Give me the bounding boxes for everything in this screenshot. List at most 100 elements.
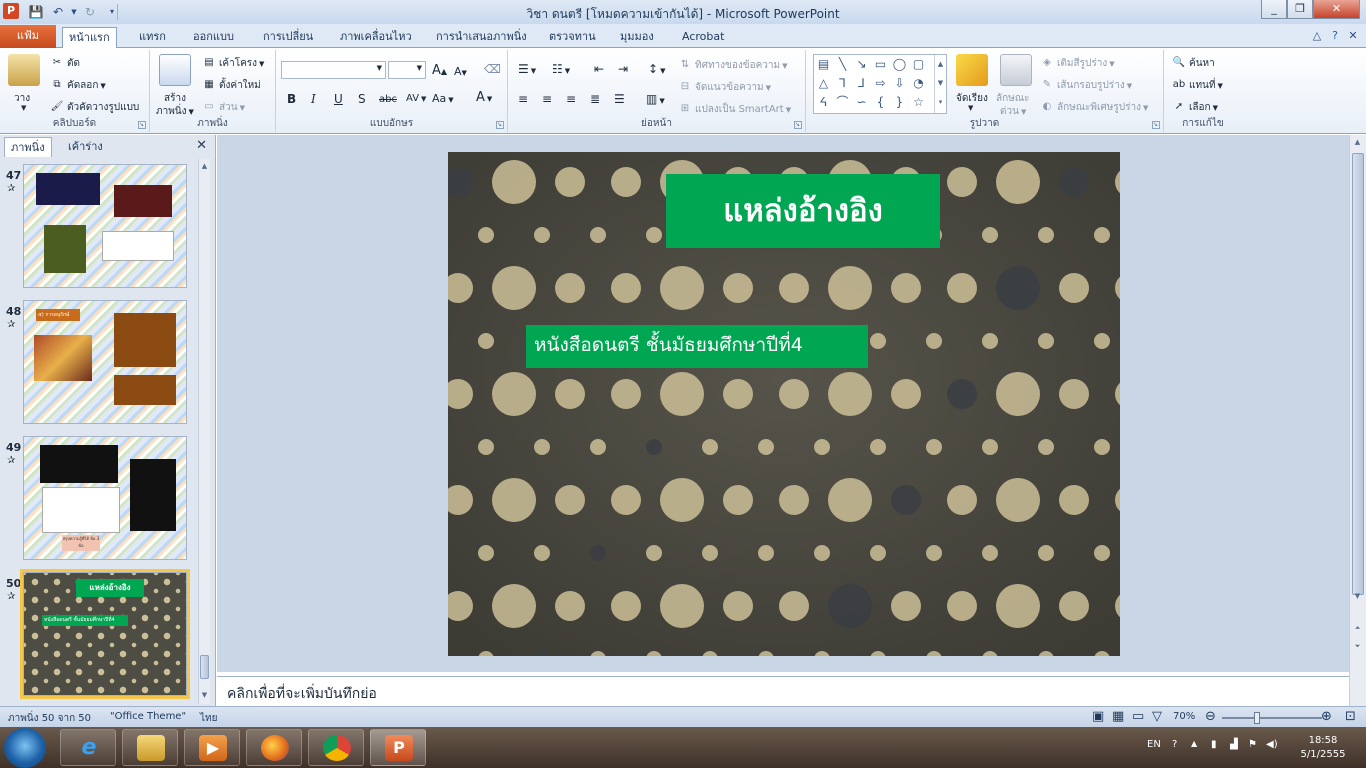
text-direction-button[interactable]: ⇅ ทิศทางของข้อความ ▼ [678,58,788,73]
shrink-font-icon[interactable]: A▼ [454,65,467,78]
tab-outline-panel[interactable]: เค้าร่าง [62,137,109,157]
device-tray-icon[interactable]: ▮ [1211,739,1217,750]
change-case-icon[interactable]: Aa ▼ [432,92,454,105]
zoom-out-icon[interactable]: ⊖ [1205,709,1216,724]
new-slide-icon[interactable] [159,54,191,86]
help-tray-icon[interactable]: ? [1172,739,1177,750]
scroll-up-icon[interactable]: ▲ [1352,135,1363,149]
maximize-button[interactable]: ❐ [1287,0,1313,19]
oval-shape-icon[interactable]: ◯ [892,57,907,72]
font-size-input[interactable]: ▼ [388,61,426,79]
shapes-gallery-scroll[interactable]: ▲ ▼ ▾ [934,55,946,113]
minimize-button[interactable]: _ [1261,0,1287,19]
numbering-icon[interactable]: ☷ ▼ [552,62,570,76]
arc-shape-icon[interactable]: ⌒ [835,95,850,110]
decrease-indent-icon[interactable]: ⇤ [594,62,604,76]
scroll-thumb[interactable] [200,655,209,679]
arrange-dropdown-icon[interactable]: ▼ [968,104,973,112]
clear-format-icon[interactable]: ⌫ [484,62,501,76]
slideshow-view-icon[interactable]: ▽ [1152,709,1162,724]
tab-file[interactable]: แฟ้ม [0,25,56,48]
tab-review[interactable]: ตรวจทาน [543,27,602,48]
start-button[interactable] [4,728,46,768]
replace-button[interactable]: ab แทนที่ ▼ [1172,78,1223,93]
scroll-down-icon[interactable]: ▼ [199,688,210,702]
find-button[interactable]: 🔍 ค้นหา [1172,56,1215,71]
slide-thumbnail-49[interactable]: สรุปความรู้ที่ได้ ข้อ 3 ข้อ [23,436,187,560]
columns-icon[interactable]: ▥ ▼ [646,92,665,106]
shape-fill-button[interactable]: ◈ เติมสีรูปร่าง ▼ [1040,56,1114,71]
notes-pane[interactable]: คลิกเพื่อที่จะเพิ่มบันทึกย่อ [217,676,1349,706]
main-vertical-scrollbar[interactable]: ▲ ▼ ⏶ ⏷ [1349,135,1366,706]
left-brace-shape-icon[interactable]: { [873,95,888,110]
slide-thumbnail-47[interactable] [23,164,187,288]
smartart-button[interactable]: ⊞ แปลงเป็น SmartArt ▼ [678,102,791,117]
line-spacing-icon[interactable]: ↕ ▼ [648,62,665,76]
quick-styles-icon[interactable] [1000,54,1032,86]
font-name-input[interactable]: ▼ [281,61,386,79]
tab-slideshow[interactable]: การนำเสนอภาพนิ่ง [430,27,533,48]
textbox-shape-icon[interactable]: ▤ [816,57,831,72]
shape-outline-button[interactable]: ✎ เส้นกรอบรูปร่าง ▼ [1040,78,1132,93]
zoom-in-icon[interactable]: ⊕ [1321,709,1332,724]
tab-transitions[interactable]: การเปลี่ยน [257,27,319,48]
zoom-slider-thumb[interactable] [1254,712,1260,724]
underline-icon[interactable]: U [334,92,343,106]
bold-icon[interactable]: B [287,92,296,106]
tab-animations[interactable]: ภาพเคลื่อนไหว [334,27,418,48]
main-scroll-thumb[interactable] [1352,153,1364,595]
shape-effects-button[interactable]: ◐ ลักษณะพิเศษรูปร่าง ▼ [1040,100,1149,115]
triangle-shape-icon[interactable]: △ [816,76,831,91]
taskbar-powerpoint[interactable]: P [370,729,426,766]
help-icon[interactable]: ? [1328,29,1342,43]
copy-button[interactable]: ⧉ คัดลอก ▼ [50,78,105,93]
reset-button[interactable]: ▦ ตั้งค่าใหม่ [202,78,260,93]
paste-icon[interactable] [8,54,40,86]
rounded-rect-shape-icon[interactable]: ▢ [911,57,926,72]
down-arrow-shape-icon[interactable]: ⇩ [892,76,907,91]
tab-insert[interactable]: แทรก [133,27,172,48]
normal-view-icon[interactable]: ▣ [1092,709,1104,724]
zoom-slider-track[interactable] [1222,712,1322,724]
font-color-icon[interactable]: A ▼ [476,90,492,105]
show-hidden-icons[interactable]: ▲ [1191,739,1197,748]
close-panel-icon[interactable]: ✕ [196,138,207,153]
paste-dropdown-icon[interactable]: ▼ [21,104,26,112]
taskbar-media-player[interactable]: ▶ [184,729,240,766]
system-clock[interactable]: 18:58 5/1/2555 [1290,734,1356,762]
shapes-gallery[interactable]: ▤ ╲ ↘ ▭ ◯ ▢ △ ⅂ ⅃ ⇨ ⇩ ◔ ᔦ ⌒ ∽ { } ☆ ▲ ▼ ▾ [813,54,947,114]
align-center-icon[interactable]: ≡ [542,92,552,106]
taskbar-ie[interactable]: e [60,729,116,766]
tab-home[interactable]: หน้าแรก [62,27,117,49]
slide-subtitle[interactable]: หนังสือดนตรี ชั้นมัธยมศึกษาปีที่4 [526,325,868,368]
star-shape-icon[interactable]: ☆ [911,95,926,110]
strikethrough-icon[interactable]: abc [379,94,397,105]
network-icon[interactable]: ▟ [1230,739,1238,750]
format-painter-button[interactable]: 🖌 ตัวคัดวางรูปแบบ [50,100,140,115]
language-status[interactable]: ไทย [200,711,217,726]
right-arrow-shape-icon[interactable]: ⇨ [873,76,888,91]
increase-indent-icon[interactable]: ⇥ [618,62,628,76]
close-window-icon[interactable]: ✕ [1346,29,1360,43]
elbow-arrow-shape-icon[interactable]: ⅃ [854,76,869,91]
slide-sorter-icon[interactable]: ▦ [1112,709,1124,724]
input-language[interactable]: EN [1147,739,1161,750]
zoom-level[interactable]: 70% [1173,711,1195,722]
line-shape-icon[interactable]: ╲ [835,57,850,72]
elbow-connector-shape-icon[interactable]: ⅂ [835,76,850,91]
slide-thumbnail-50[interactable]: แหล่งอ้างอิง หนังสือดนตรี ชั้นมัธยมศึกษา… [20,569,190,699]
taskbar-explorer[interactable] [122,729,178,766]
thumbnail-scrollbar[interactable]: ▲ ▼ [198,159,210,704]
flowchart-shape-icon[interactable]: ◔ [911,76,926,91]
select-button[interactable]: ➚ เลือก ▼ [1172,100,1218,115]
scroll-up-icon[interactable]: ▲ [199,159,210,173]
char-spacing-icon[interactable]: AV ▼ [406,93,426,104]
tab-design[interactable]: ออกแบบ [187,27,240,48]
scroll-down-icon[interactable]: ▼ [1352,589,1363,603]
rectangle-shape-icon[interactable]: ▭ [873,57,888,72]
tab-slides-panel[interactable]: ภาพนิ่ง [4,137,52,157]
drawing-launcher-icon[interactable]: ↘ [1152,121,1160,129]
taskbar-firefox[interactable] [246,729,302,766]
bullets-icon[interactable]: ☰ ▼ [518,62,536,76]
paragraph-launcher-icon[interactable]: ↘ [794,121,802,129]
